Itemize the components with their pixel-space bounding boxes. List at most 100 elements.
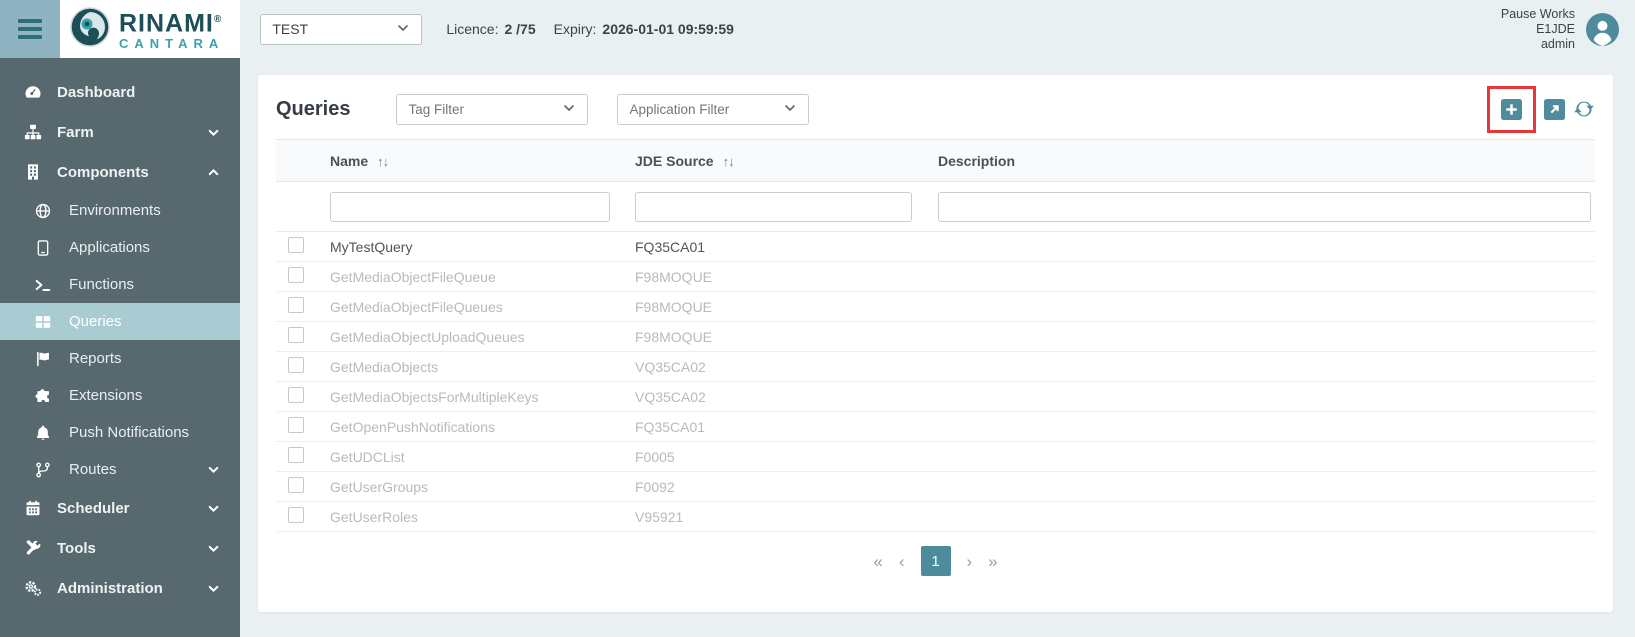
pagination-first-button[interactable]: « <box>873 553 882 570</box>
row-checkbox[interactable] <box>288 327 304 343</box>
row-checkbox[interactable] <box>288 387 304 403</box>
query-name: GetUserRoles <box>330 508 418 525</box>
row-checkbox[interactable] <box>288 267 304 283</box>
refresh-button[interactable] <box>1573 98 1595 120</box>
application-filter-select[interactable]: Application Filter <box>617 93 810 125</box>
calendar-icon <box>22 499 44 517</box>
add-query-button[interactable] <box>1501 98 1522 120</box>
row-checkbox[interactable] <box>288 507 304 523</box>
sidebar-item-administration[interactable]: Administration <box>0 568 240 608</box>
query-name: GetMediaObjectFileQueues <box>330 298 503 315</box>
environment-select[interactable]: TEST <box>260 13 423 45</box>
table-row[interactable]: GetMediaObjectsForMultipleKeys VQ35CA02 <box>276 382 1595 412</box>
row-checkbox[interactable] <box>288 237 304 253</box>
expiry-text: Expiry: 2026-01-01 09:59:59 <box>553 21 734 37</box>
sidebar-item-label: Reports <box>69 350 122 367</box>
sidebar-item-routes[interactable]: Routes <box>0 451 240 488</box>
sort-icon[interactable]: ↑↓ <box>377 154 389 169</box>
annotation-highlight-box <box>1487 85 1536 133</box>
pagination-previous-button[interactable]: ‹ <box>899 553 905 570</box>
jde-source: F0005 <box>635 448 675 465</box>
table-row[interactable]: GetMediaObjectFileQueue F98MOQUE <box>276 262 1595 292</box>
sidebar-item-label: Dashboard <box>57 83 136 101</box>
licence-text: Licence: 2 /75 <box>446 21 536 37</box>
jde-source: F0092 <box>635 478 675 495</box>
column-header-description: Description <box>938 152 1016 169</box>
environment-select-value: TEST <box>272 21 309 37</box>
jde-source: VQ35CA02 <box>635 358 706 375</box>
licence-value: 2 /75 <box>504 21 536 37</box>
sidebar-item-label: Applications <box>69 239 150 256</box>
table-row[interactable]: GetOpenPushNotifications FQ35CA01 <box>276 412 1595 442</box>
query-name: MyTestQuery <box>330 238 413 255</box>
description-filter-input[interactable] <box>938 191 1591 222</box>
sidebar-item-extensions[interactable]: Extensions <box>0 377 240 414</box>
app-window: RINAMI® CANTARA TEST Licence: 2 /75 Expi… <box>0 0 1635 637</box>
open-external-button[interactable] <box>1544 98 1565 120</box>
chevron-down-icon <box>207 542 220 555</box>
sidebar-item-tools[interactable]: Tools <box>0 528 240 568</box>
chevron-down-icon <box>207 463 220 476</box>
sidebar-item-dashboard[interactable]: Dashboard <box>0 72 240 112</box>
page-title: Queries <box>276 97 351 120</box>
jde-source: VQ35CA02 <box>635 388 706 405</box>
row-checkbox[interactable] <box>288 297 304 313</box>
globe-icon <box>32 202 54 220</box>
tablet-icon <box>32 239 54 257</box>
registered-mark: ® <box>213 14 223 26</box>
sidebar: Dashboard Farm Components Environments A… <box>0 58 240 637</box>
jde-source: F98MOQUE <box>635 268 713 285</box>
jde-source-filter-input[interactable] <box>635 191 912 222</box>
row-checkbox[interactable] <box>288 357 304 373</box>
table-row[interactable]: GetMediaObjectFileQueues F98MOQUE <box>276 292 1595 322</box>
avatar[interactable] <box>1586 12 1619 46</box>
table-icon <box>32 313 54 331</box>
brand-logo-mark-icon <box>70 6 110 52</box>
query-name: GetMediaObjectsForMultipleKeys <box>330 388 539 405</box>
sidebar-item-scheduler[interactable]: Scheduler <box>0 488 240 528</box>
table-row[interactable]: GetUDCList F0005 <box>276 442 1595 472</box>
terminal-icon <box>32 276 54 294</box>
table-row[interactable]: MyTestQuery FQ35CA01 <box>276 232 1595 262</box>
jde-source: F98MOQUE <box>635 328 713 345</box>
row-checkbox[interactable] <box>288 477 304 493</box>
row-checkbox[interactable] <box>288 417 304 433</box>
row-checkbox[interactable] <box>288 447 304 463</box>
pagination-last-button[interactable]: » <box>988 553 997 570</box>
sidebar-item-label: Tools <box>57 539 96 557</box>
application-filter-placeholder: Application Filter <box>629 101 730 117</box>
queries-panel: Queries Tag Filter Application Filter Na… <box>258 75 1613 612</box>
table-row[interactable]: GetMediaObjectUploadQueues F98MOQUE <box>276 322 1595 352</box>
sort-icon[interactable]: ↑↓ <box>723 154 735 169</box>
chevron-down-icon <box>207 126 220 139</box>
sidebar-item-functions[interactable]: Functions <box>0 266 240 303</box>
table-row[interactable]: GetUserRoles V95921 <box>276 502 1595 532</box>
sidebar-item-push-notifications[interactable]: Push Notifications <box>0 414 240 451</box>
user-info: Pause Works E1JDE admin <box>1501 7 1575 52</box>
sidebar-item-label: Farm <box>57 123 94 141</box>
table-row[interactable]: GetUserGroups F0092 <box>276 472 1595 502</box>
hamburger-menu-button[interactable] <box>0 0 60 58</box>
chevron-down-icon <box>396 21 410 38</box>
table-row[interactable]: GetMediaObjects VQ35CA02 <box>276 352 1595 382</box>
tag-filter-select[interactable]: Tag Filter <box>396 93 589 125</box>
building-icon <box>22 163 44 181</box>
sidebar-item-queries[interactable]: Queries <box>0 303 240 340</box>
user-name: Pause Works <box>1500 6 1575 21</box>
user-role: admin <box>1540 36 1575 51</box>
name-filter-input[interactable] <box>330 191 610 222</box>
column-header-name[interactable]: Name ↑↓ <box>330 153 635 169</box>
chevron-down-icon <box>207 582 220 595</box>
pagination-next-button[interactable]: › <box>967 553 973 570</box>
chevron-down-icon <box>562 101 576 118</box>
sidebar-item-environments[interactable]: Environments <box>0 192 240 229</box>
pagination: « ‹ 1 › » <box>276 534 1595 588</box>
query-name: GetMediaObjects <box>330 358 439 375</box>
sidebar-item-reports[interactable]: Reports <box>0 340 240 377</box>
pagination-page-1-button[interactable]: 1 <box>920 546 951 576</box>
sidebar-item-farm[interactable]: Farm <box>0 112 240 152</box>
sidebar-item-components[interactable]: Components <box>0 152 240 192</box>
sidebar-item-applications[interactable]: Applications <box>0 229 240 266</box>
query-name: GetUserGroups <box>330 478 429 495</box>
column-header-jde-source[interactable]: JDE Source ↑↓ <box>635 153 938 169</box>
